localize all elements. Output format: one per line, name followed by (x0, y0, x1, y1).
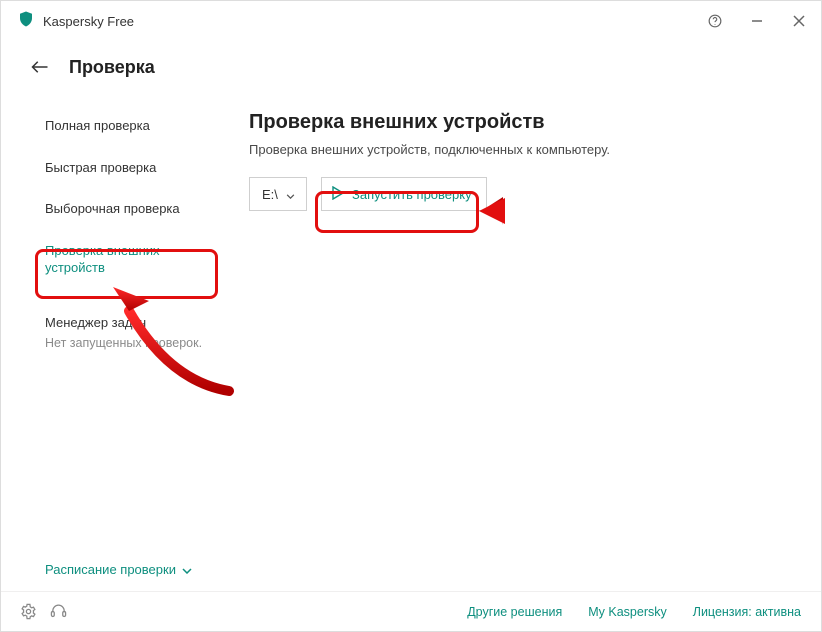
run-scan-label: Запустить проверку (352, 187, 472, 202)
page-header: Проверка (1, 41, 821, 93)
content-description: Проверка внешних устройств, подключенных… (249, 142, 781, 157)
sidebar-item-full-scan[interactable]: Полная проверка (45, 105, 209, 147)
minimize-button[interactable] (747, 11, 767, 31)
sidebar-item-selective-scan[interactable]: Выборочная проверка (45, 188, 209, 230)
page-title: Проверка (69, 57, 155, 78)
sidebar-item-external-scan[interactable]: Проверка внешних устройств (45, 230, 209, 289)
back-button[interactable] (25, 52, 55, 82)
footer-link-other-solutions[interactable]: Другие решения (467, 605, 562, 619)
close-button[interactable] (789, 11, 809, 31)
drive-select[interactable]: E:\ (249, 177, 307, 211)
task-manager-title: Менеджер задач (45, 315, 209, 330)
app-logo-icon (17, 10, 35, 33)
window-controls (705, 11, 809, 31)
chevron-down-icon (286, 187, 295, 202)
footer-link-license[interactable]: Лицензия: активна (693, 605, 801, 619)
drive-select-value: E:\ (262, 187, 278, 202)
schedule-label: Расписание проверки (45, 562, 176, 577)
main-content: Проверка внешних устройств Проверка внеш… (231, 93, 821, 591)
title-bar: Kaspersky Free (1, 1, 821, 41)
sidebar: Полная проверка Быстрая проверка Выбороч… (1, 93, 231, 591)
settings-icon[interactable] (17, 601, 39, 623)
footer: Другие решения My Kaspersky Лицензия: ак… (1, 591, 821, 631)
run-scan-button[interactable]: Запустить проверку (321, 177, 487, 211)
support-icon[interactable] (47, 601, 69, 623)
help-button[interactable] (705, 11, 725, 31)
app-window: Kaspersky Free Проверка Полная проверка … (0, 0, 822, 632)
play-icon (332, 186, 344, 203)
chevron-down-icon (182, 562, 192, 577)
sidebar-item-quick-scan[interactable]: Быстрая проверка (45, 147, 209, 189)
app-title: Kaspersky Free (43, 14, 705, 29)
task-manager-subtitle: Нет запущенных проверок. (45, 336, 209, 350)
body: Полная проверка Быстрая проверка Выбороч… (1, 93, 821, 591)
schedule-link[interactable]: Расписание проверки (45, 562, 209, 591)
content-heading: Проверка внешних устройств (249, 111, 781, 134)
footer-links: Другие решения My Kaspersky Лицензия: ак… (467, 605, 801, 619)
controls-row: E:\ Запустить проверку (249, 177, 781, 211)
footer-link-my-kaspersky[interactable]: My Kaspersky (588, 605, 667, 619)
